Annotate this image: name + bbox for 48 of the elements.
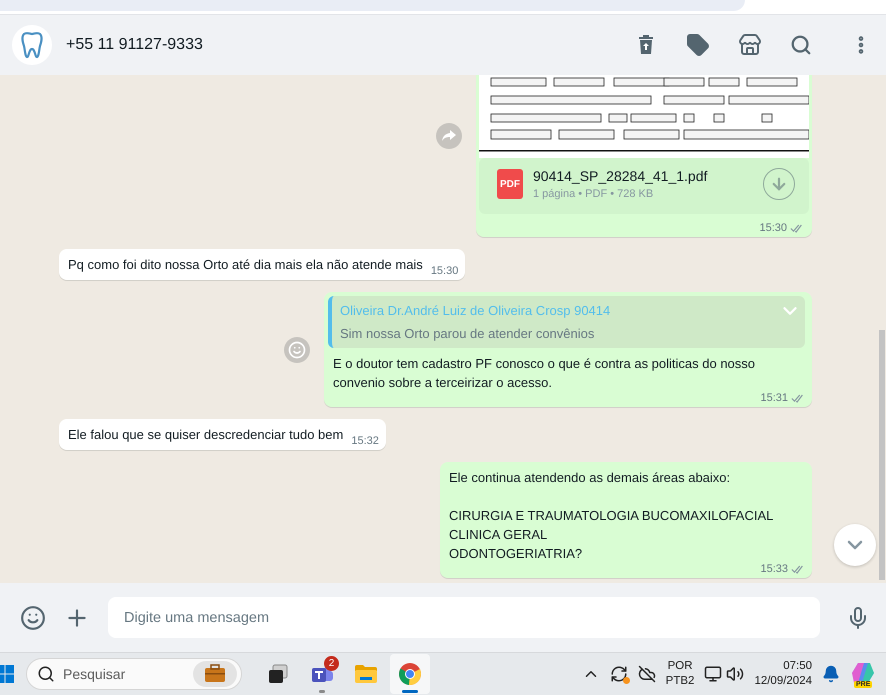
briefcase-icon — [193, 661, 237, 687]
message-text: Ele falou que se quiser descredenciar tudo bem — [68, 426, 344, 444]
double-check-icon — [790, 224, 804, 232]
bell-icon[interactable] — [822, 665, 840, 683]
keyboard-layout[interactable]: PTB2 — [666, 674, 694, 689]
message-text: E o doutor tem cadastro PF conosco o que é contra as politicas do nosso convenio sobre a terceirizar o acesso. — [332, 355, 756, 392]
file-name: 90414_SP_28284_41_1.pdf — [533, 168, 708, 184]
clock-time[interactable]: 07:50 — [783, 659, 812, 674]
quote-author: Oliveira Dr.André Luiz de Oliveira Crosp 90414 — [340, 303, 612, 318]
message-text: Ele continua atendendo as demais áreas abaixo: CIRURGIA E TRAUMATOLOGIA BUCOMAXILOFACIAL CLINICA GERAL ODONTOGERIATRIA? — [449, 469, 774, 563]
label-icon[interactable] — [686, 33, 710, 57]
language-indicator[interactable]: POR — [668, 659, 693, 674]
store-icon[interactable] — [738, 33, 762, 57]
notification-badge: 2 — [324, 656, 339, 671]
scroll-down-button[interactable] — [834, 524, 876, 566]
double-check-icon — [791, 394, 805, 402]
windows-logo-icon[interactable] — [0, 665, 14, 683]
quote-text: Sim nossa Orto parou de atender convênios — [340, 326, 596, 341]
file-info: 1 página • PDF • 728 KB — [533, 188, 654, 200]
document-card[interactable]: PDF 90414_SP_28284_41_1.pdf 1 página • PDF • 728 KB — [479, 158, 809, 214]
folder-icon — [354, 664, 378, 684]
chrome-icon — [398, 662, 422, 686]
smiley-icon — [288, 340, 306, 358]
taskbar-search-field[interactable]: Pesquisar — [26, 658, 242, 690]
message-time: 15:30 — [759, 222, 787, 234]
message-time: 15:33 — [760, 563, 788, 575]
emoji-icon[interactable] — [20, 604, 46, 630]
task-view-icon — [267, 663, 289, 685]
message-time: 15:32 — [351, 435, 379, 447]
sync-icon[interactable] — [610, 665, 628, 683]
message-time: 15:30 — [430, 265, 458, 277]
clock-date[interactable]: 12/09/2024 — [754, 674, 812, 689]
message-input[interactable]: Digite uma mensagem — [108, 597, 820, 638]
search-icon[interactable] — [790, 34, 812, 56]
taskbar-app-button[interactable]: 2 — [302, 654, 342, 694]
search-icon — [37, 665, 55, 683]
monitor-icon[interactable] — [704, 665, 722, 683]
double-check-icon — [791, 564, 805, 574]
download-arrow-icon — [770, 175, 788, 193]
message-time: 15:31 — [760, 392, 788, 404]
pdf-file-icon: PDF — [497, 169, 523, 199]
tooth-avatar-icon[interactable] — [12, 25, 52, 65]
cloud-off-icon[interactable] — [638, 665, 656, 683]
message-text: Pq como foi dito nossa Orto até dia mais ela não atende mais — [68, 256, 423, 274]
speaker-icon[interactable] — [726, 665, 744, 683]
contact-name[interactable]: +55 11 91127-9333 — [66, 36, 606, 54]
forward-arrow-icon — [442, 130, 456, 142]
quoted-message[interactable]: Oliveira Dr.André Luiz de Oliveira Crosp 90414 Sim nossa Orto parou de atender convênios — [328, 296, 805, 348]
